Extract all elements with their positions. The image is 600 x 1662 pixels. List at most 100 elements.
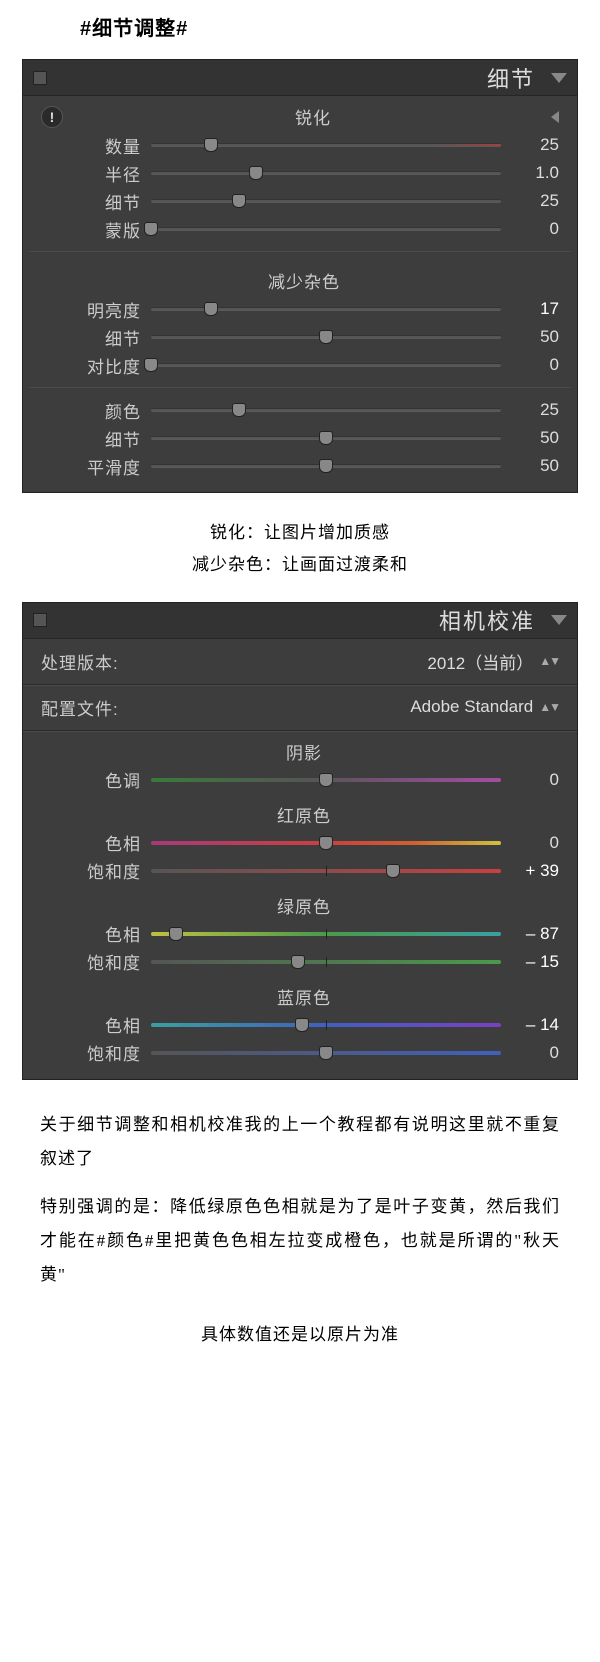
slider-value[interactable]: – 14	[501, 1015, 559, 1035]
slider-value[interactable]: – 15	[501, 952, 559, 972]
slider-value[interactable]: 0	[501, 219, 559, 239]
detail-panel-title: 细节	[487, 62, 535, 94]
panel-toggle-icon[interactable]	[33, 613, 47, 627]
disclosure-icon[interactable]	[551, 111, 559, 123]
green-sat-row[interactable]: 饱和度 – 15	[23, 948, 577, 976]
slider-label: 色调	[41, 767, 151, 792]
noise-lum-row[interactable]: 明亮度 17	[23, 295, 577, 323]
slider-value[interactable]: 0	[501, 1043, 559, 1063]
slider-value[interactable]: 50	[501, 456, 559, 476]
slider-thumb[interactable]	[319, 1046, 333, 1060]
divider	[29, 387, 571, 388]
slider-value[interactable]: 50	[501, 327, 559, 347]
process-version-dropdown[interactable]: 2012（当前）▲▼	[181, 649, 559, 674]
warning-icon[interactable]: !	[41, 106, 63, 128]
slider-value[interactable]: 0	[501, 355, 559, 375]
green-hue-row[interactable]: 色相 – 87	[23, 920, 577, 948]
slider-label: 饱和度	[41, 949, 151, 974]
noise-detail-row[interactable]: 细节 50	[23, 323, 577, 351]
slider-thumb[interactable]	[249, 166, 263, 180]
dropdown-label: 处理版本:	[41, 649, 181, 674]
caption-line: 锐化：让图片增加质感	[0, 517, 600, 549]
colornoise-smooth-row[interactable]: 平滑度 50	[23, 452, 577, 480]
slider-thumb[interactable]	[319, 459, 333, 473]
noise-group-title: 减少杂色	[41, 268, 559, 293]
notes-p1: 关于细节调整和相机校准我的上一个教程都有说明这里就不重复叙述了	[0, 1094, 600, 1176]
slider-value[interactable]: 1.0	[501, 163, 559, 183]
red-group-title: 红原色	[41, 802, 559, 827]
slider-value[interactable]: 25	[501, 400, 559, 420]
slider-value[interactable]: 0	[501, 833, 559, 853]
red-hue-row[interactable]: 色相 0	[23, 829, 577, 857]
slider-label: 色相	[41, 1012, 151, 1037]
updown-icon: ▲▼	[539, 700, 559, 714]
slider-thumb[interactable]	[386, 864, 400, 878]
caption-block: 锐化：让图片增加质感 减少杂色：让画面过渡柔和	[0, 507, 600, 602]
divider	[29, 251, 571, 252]
detail-panel: 细节 ! 锐化 数量 25 半径 1.0 细节 25 蒙版 0 减少杂色 明亮度…	[22, 59, 578, 493]
panel-toggle-icon[interactable]	[33, 71, 47, 85]
slider-value[interactable]: 50	[501, 428, 559, 448]
caption-line: 减少杂色：让画面过渡柔和	[0, 549, 600, 581]
slider-thumb[interactable]	[144, 222, 158, 236]
page-title: #细节调整#	[0, 0, 600, 59]
shadow-tint-row[interactable]: 色调 0	[23, 766, 577, 794]
slider-thumb[interactable]	[204, 138, 218, 152]
calibration-panel-title: 相机校准	[439, 604, 535, 636]
updown-icon: ▲▼	[539, 654, 559, 668]
collapse-icon[interactable]	[551, 615, 567, 625]
red-sat-row[interactable]: 饱和度 + 39	[23, 857, 577, 885]
slider-label: 色相	[41, 921, 151, 946]
slider-value[interactable]: – 87	[501, 924, 559, 944]
slider-thumb[interactable]	[204, 302, 218, 316]
slider-label: 半径	[41, 161, 151, 186]
slider-label: 细节	[41, 426, 151, 451]
profile-dropdown[interactable]: Adobe Standard▲▼	[181, 697, 559, 717]
sharpen-detail-row[interactable]: 细节 25	[23, 187, 577, 215]
slider-thumb[interactable]	[319, 431, 333, 445]
slider-label: 饱和度	[41, 858, 151, 883]
sharpen-group-title: 锐化	[67, 104, 551, 129]
slider-thumb[interactable]	[319, 773, 333, 787]
slider-label: 细节	[41, 325, 151, 350]
green-group-title: 绿原色	[41, 893, 559, 918]
slider-value[interactable]: 25	[501, 191, 559, 211]
slider-thumb[interactable]	[232, 194, 246, 208]
slider-thumb[interactable]	[319, 330, 333, 344]
sharpen-mask-row[interactable]: 蒙版 0	[23, 215, 577, 243]
slider-value[interactable]: 0	[501, 770, 559, 790]
colornoise-color-row[interactable]: 颜色 25	[23, 396, 577, 424]
slider-label: 颜色	[41, 398, 151, 423]
blue-sat-row[interactable]: 饱和度 0	[23, 1039, 577, 1067]
noise-contrast-row[interactable]: 对比度 0	[23, 351, 577, 379]
slider-thumb[interactable]	[144, 358, 158, 372]
blue-group-title: 蓝原色	[41, 984, 559, 1009]
profile-row[interactable]: 配置文件: Adobe Standard▲▼	[23, 685, 577, 731]
slider-value[interactable]: 17	[501, 299, 559, 319]
collapse-icon[interactable]	[551, 73, 567, 83]
process-version-row[interactable]: 处理版本: 2012（当前）▲▼	[23, 639, 577, 685]
detail-panel-header[interactable]: 细节	[23, 60, 577, 96]
shadow-group-title: 阴影	[41, 739, 559, 764]
slider-thumb[interactable]	[319, 836, 333, 850]
slider-value[interactable]: 25	[501, 135, 559, 155]
slider-label: 细节	[41, 189, 151, 214]
slider-label: 数量	[41, 133, 151, 158]
slider-thumb[interactable]	[295, 1018, 309, 1032]
calibration-panel: 相机校准 处理版本: 2012（当前）▲▼ 配置文件: Adobe Standa…	[22, 602, 578, 1080]
slider-label: 色相	[41, 830, 151, 855]
slider-thumb[interactable]	[232, 403, 246, 417]
sharpen-radius-row[interactable]: 半径 1.0	[23, 159, 577, 187]
slider-thumb[interactable]	[291, 955, 305, 969]
slider-value[interactable]: + 39	[501, 861, 559, 881]
slider-label: 平滑度	[41, 454, 151, 479]
slider-label: 蒙版	[41, 217, 151, 242]
colornoise-detail-row[interactable]: 细节 50	[23, 424, 577, 452]
slider-label: 饱和度	[41, 1040, 151, 1065]
sharpen-amount-row[interactable]: 数量 25	[23, 131, 577, 159]
blue-hue-row[interactable]: 色相 – 14	[23, 1011, 577, 1039]
final-note: 具体数值还是以原片为准	[0, 1292, 600, 1371]
slider-thumb[interactable]	[169, 927, 183, 941]
dropdown-label: 配置文件:	[41, 695, 181, 720]
calibration-panel-header[interactable]: 相机校准	[23, 603, 577, 639]
